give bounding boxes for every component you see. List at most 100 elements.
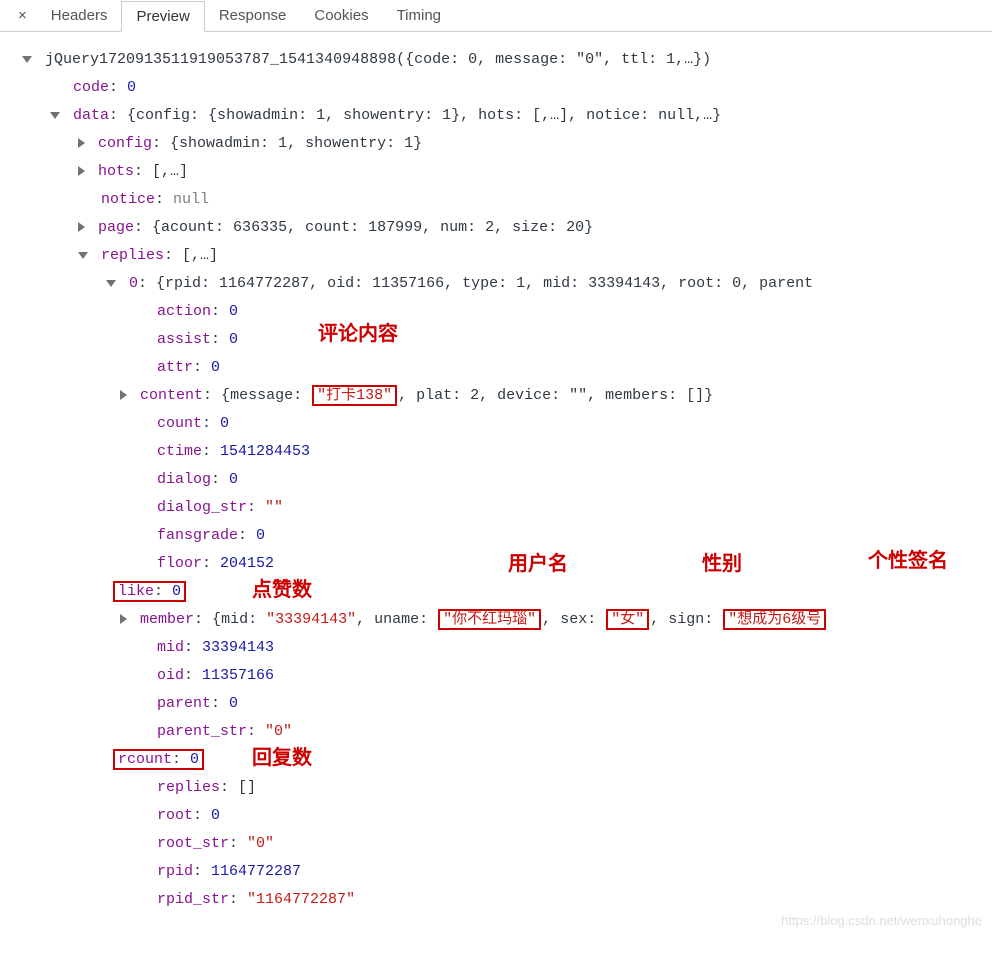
chevron-right-icon[interactable]	[78, 166, 85, 176]
key-like: like	[118, 583, 154, 600]
tab-response[interactable]: Response	[205, 1, 301, 30]
tree-assist[interactable]: assist: 0 评论内容	[8, 326, 984, 354]
key-content: content	[140, 387, 203, 404]
key-mid: mid	[157, 639, 184, 656]
tab-preview[interactable]: Preview	[121, 1, 204, 32]
tab-headers[interactable]: Headers	[37, 1, 122, 30]
key-action: action	[157, 303, 211, 320]
annotation-comment: 评论内容	[318, 320, 398, 348]
tree-parent-str[interactable]: parent_str: "0"	[8, 718, 984, 746]
key-hots: hots	[98, 163, 134, 180]
tree-floor[interactable]: floor: 204152 用户名 性别 个性签名	[8, 550, 984, 578]
tree-hots[interactable]: hots: [,…]	[8, 158, 984, 186]
annotation-like: 点赞数	[252, 576, 312, 604]
devtools-tabs: × Headers Preview Response Cookies Timin…	[0, 0, 992, 32]
tree-count[interactable]: count: 0	[8, 410, 984, 438]
val-rcount: 0	[190, 751, 199, 768]
tree-rpid[interactable]: rpid: 1164772287	[8, 858, 984, 886]
tree-dialog-str[interactable]: dialog_str: ""	[8, 494, 984, 522]
summary-config: {showadmin: 1, showentry: 1}	[170, 135, 422, 152]
tree-parent[interactable]: parent: 0	[8, 690, 984, 718]
val-parent: 0	[229, 695, 238, 712]
val-rpidstr: "1164772287"	[247, 891, 355, 908]
chevron-down-icon[interactable]	[78, 252, 88, 259]
tree-page[interactable]: page: {acount: 636335, count: 187999, nu…	[8, 214, 984, 242]
chevron-down-icon[interactable]	[106, 280, 116, 287]
close-icon[interactable]: ×	[8, 7, 37, 24]
tree-content[interactable]: content: {message: "打卡138", plat: 2, dev…	[8, 382, 984, 410]
tree-mid[interactable]: mid: 33394143	[8, 634, 984, 662]
key-attr: attr	[157, 359, 193, 376]
val-parentstr: "0"	[265, 723, 292, 740]
tab-cookies[interactable]: Cookies	[300, 1, 382, 30]
val-repliesarr: []	[238, 779, 256, 796]
tree-rpid-str[interactable]: rpid_str: "1164772287"	[8, 886, 984, 914]
tree-data[interactable]: data: {config: {showadmin: 1, showentry:…	[8, 102, 984, 130]
tree-ctime[interactable]: ctime: 1541284453	[8, 438, 984, 466]
summary-hots: [,…]	[152, 163, 188, 180]
watermark: https://blog.csdn.net/wenxuhonghe	[781, 913, 982, 928]
tree-notice[interactable]: notice: null	[8, 186, 984, 214]
val-like: 0	[172, 583, 181, 600]
key-parentstr: parent_str	[157, 723, 247, 740]
tree-root-val[interactable]: root: 0	[8, 802, 984, 830]
tree-fansgrade[interactable]: fansgrade: 0	[8, 522, 984, 550]
val-sex: "女"	[606, 609, 649, 630]
tree-like[interactable]: like: 0 点赞数	[8, 578, 984, 606]
tree-member[interactable]: member: {mid: "33394143", uname: "你不红玛瑙"…	[8, 606, 984, 634]
summary-replies: [,…]	[182, 247, 218, 264]
key-rootstr: root_str	[157, 835, 229, 852]
tree-root[interactable]: jQuery17209135119190537​87_1541340948898…	[8, 46, 984, 74]
summary-reply0: {rpid: 1164772287, oid: 11357166, type: …	[156, 275, 813, 292]
key-notice: notice	[101, 191, 155, 208]
chevron-right-icon[interactable]	[78, 222, 85, 232]
key-dialogstr: dialog_str	[157, 499, 247, 516]
tree-action[interactable]: action: 0	[8, 298, 984, 326]
val-rpid: 1164772287	[211, 863, 301, 880]
tree-oid[interactable]: oid: 11357166	[8, 662, 984, 690]
key-assist: assist	[157, 331, 211, 348]
chevron-down-icon[interactable]	[50, 112, 60, 119]
tree-replies[interactable]: replies: [,…]	[8, 242, 984, 270]
key-code: code	[73, 79, 109, 96]
tree-dialog[interactable]: dialog: 0	[8, 466, 984, 494]
val-root: 0	[211, 807, 220, 824]
key-ctime: ctime	[157, 443, 202, 460]
val-notice: null	[173, 191, 209, 208]
key-parent: parent	[157, 695, 211, 712]
tree-rcount[interactable]: rcount: 0 回复数	[8, 746, 984, 774]
chevron-down-icon[interactable]	[22, 56, 32, 63]
val-code: 0	[127, 79, 136, 96]
tab-timing[interactable]: Timing	[383, 1, 455, 30]
val-uname: "你不红玛瑙"	[438, 609, 541, 630]
key-reply0: 0	[129, 275, 138, 292]
key-rpidstr: rpid_str	[157, 891, 229, 908]
val-rootstr: "0"	[247, 835, 274, 852]
tree-attr[interactable]: attr: 0	[8, 354, 984, 382]
chevron-right-icon[interactable]	[120, 614, 127, 624]
tree-config[interactable]: config: {showadmin: 1, showentry: 1}	[8, 130, 984, 158]
key-floor: floor	[157, 555, 202, 572]
key-page: page	[98, 219, 134, 236]
key-member: member	[140, 611, 194, 628]
summary-data: {config: {showadmin: 1, showentry: 1}, h…	[127, 107, 721, 124]
callback-name: jQuery17209135119190537​87_1541340948898	[45, 51, 396, 68]
chevron-right-icon[interactable]	[120, 390, 127, 400]
val-sign: "想成为6级号	[723, 609, 826, 630]
chevron-right-icon[interactable]	[78, 138, 85, 148]
key-fansgrade: fansgrade	[157, 527, 238, 544]
tree-root-str[interactable]: root_str: "0"	[8, 830, 984, 858]
val-count: 0	[220, 415, 229, 432]
tree-replies-arr[interactable]: replies: []	[8, 774, 984, 802]
tree-code[interactable]: code: 0	[8, 74, 984, 102]
val-action: 0	[229, 303, 238, 320]
annotation-username: 用户名	[508, 550, 568, 578]
tree-reply-0[interactable]: 0: {rpid: 1164772287, oid: 11357166, typ…	[8, 270, 984, 298]
annotation-signature: 个性签名	[868, 547, 948, 575]
label-message: message	[230, 387, 293, 404]
val-oid: 11357166	[202, 667, 274, 684]
root-summary: {code: 0, message: "0", ttl: 1,…}	[405, 51, 702, 68]
annotation-gender: 性别	[702, 550, 742, 578]
summary-page: {acount: 636335, count: 187999, num: 2, …	[152, 219, 593, 236]
val-mid: 33394143	[202, 639, 274, 656]
